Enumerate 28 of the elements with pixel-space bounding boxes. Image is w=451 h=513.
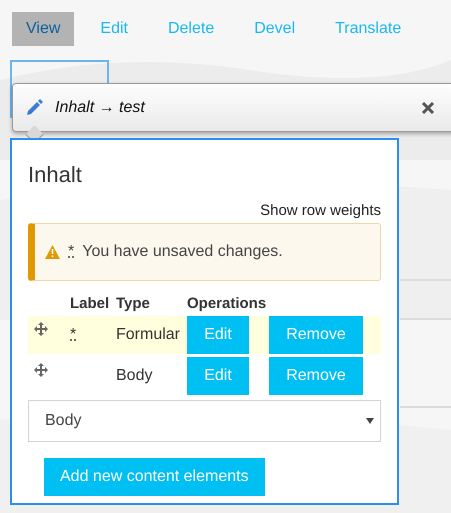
- add-content-button[interactable]: Add new content elements: [44, 458, 265, 496]
- changed-marker: *: [70, 326, 76, 344]
- pencil-icon: [25, 98, 43, 116]
- tab[interactable]: Devel: [240, 12, 310, 46]
- column-header: Label: [70, 295, 110, 314]
- table-cell: Body: [116, 367, 152, 385]
- remove-button[interactable]: Remove: [269, 357, 363, 395]
- table-cell: Formular: [116, 326, 180, 344]
- changed-marker: *: [68, 243, 74, 261]
- drag-handle-icon[interactable]: [34, 363, 48, 377]
- tab[interactable]: Edit: [86, 12, 142, 46]
- warning-icon: [45, 245, 60, 259]
- warning-text: You have unsaved changes.: [82, 243, 283, 261]
- column-header: Operations: [187, 295, 268, 314]
- edit-button[interactable]: Edit: [187, 357, 249, 395]
- drag-handle-icon[interactable]: [34, 322, 48, 336]
- content-type-select[interactable]: Body: [28, 400, 381, 442]
- tab[interactable]: Delete: [154, 12, 228, 46]
- close-icon[interactable]: [422, 102, 434, 114]
- edit-button[interactable]: Edit: [187, 316, 249, 354]
- tab[interactable]: View: [12, 12, 74, 46]
- column-header: Type: [116, 295, 151, 314]
- caret-icon: [366, 418, 374, 424]
- remove-button[interactable]: Remove: [269, 316, 363, 354]
- panel-heading: Inhalt: [28, 162, 83, 188]
- tab[interactable]: Translate: [321, 12, 416, 46]
- show-row-weights-link[interactable]: Show row weights: [260, 202, 381, 219]
- dialog-title: Inhalt → test: [55, 98, 146, 116]
